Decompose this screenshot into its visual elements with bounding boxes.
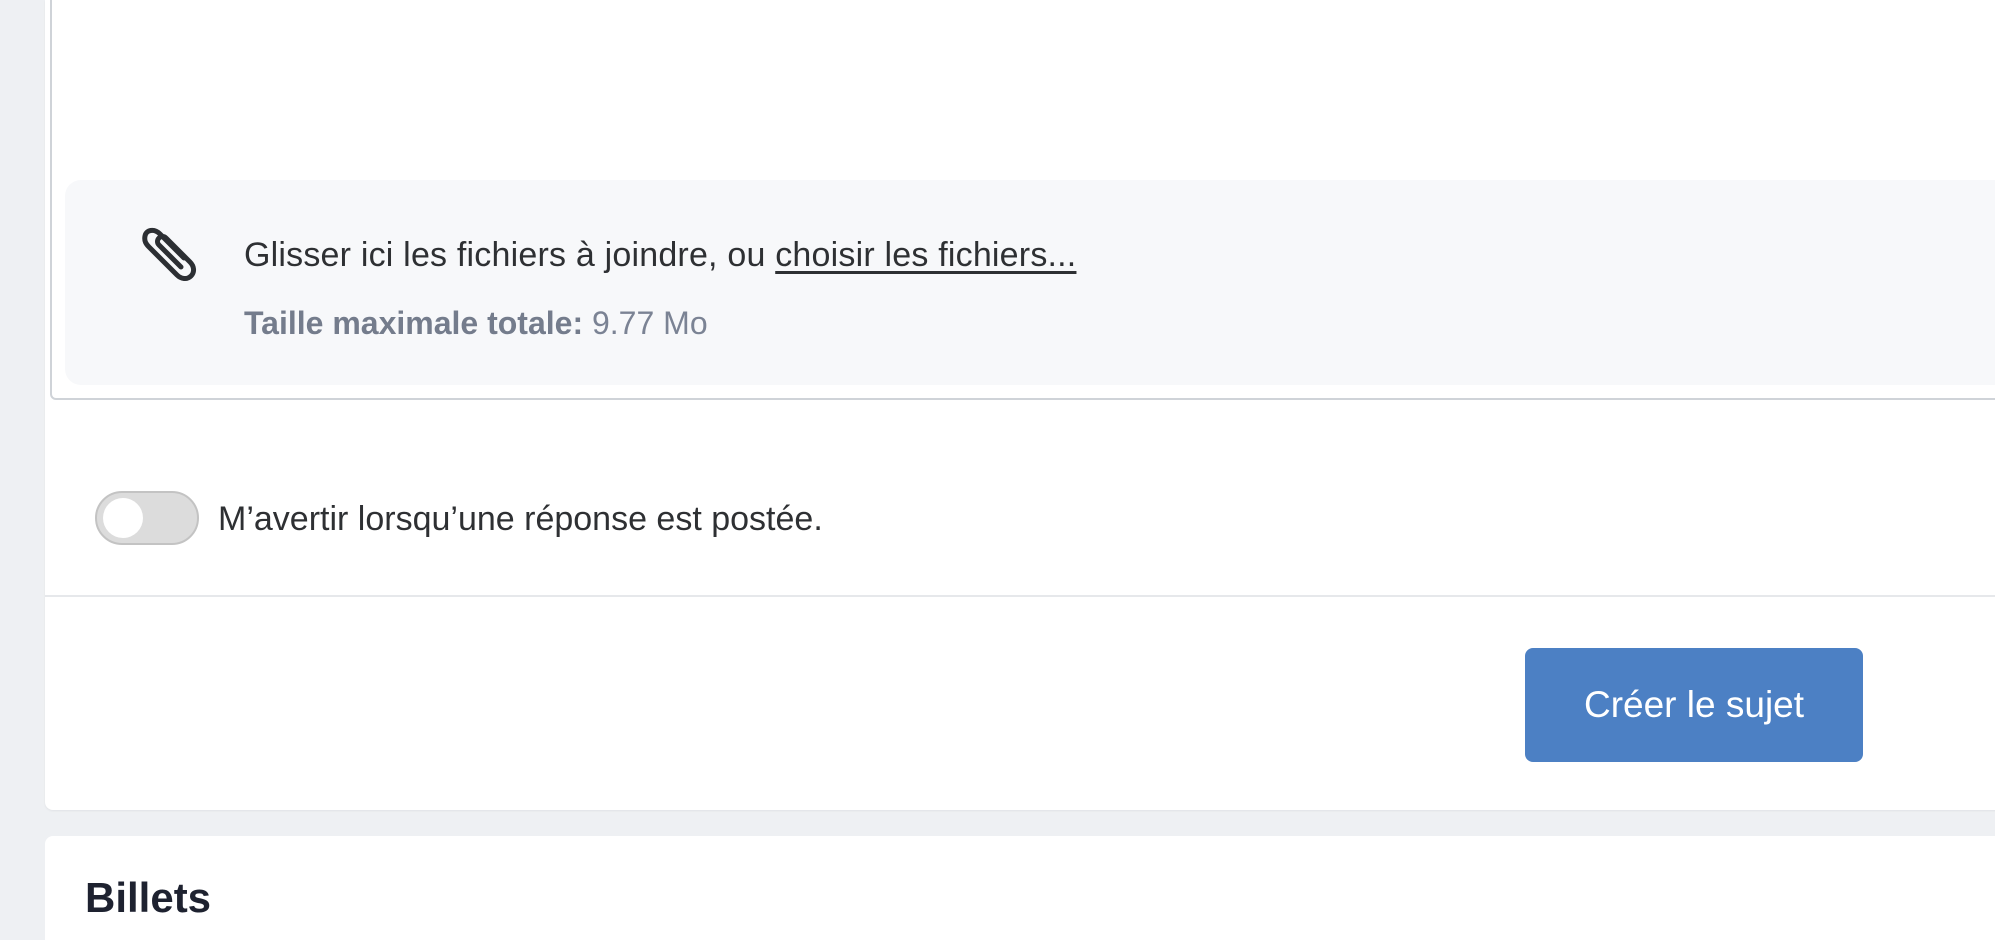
notify-label: M’avertir lorsqu’une réponse est postée. [218, 500, 823, 538]
dropzone-instructions: Glisser ici les fichiers à joindre, ou c… [244, 236, 1076, 275]
tickets-card [45, 836, 1995, 940]
create-topic-button[interactable]: Créer le sujet [1525, 648, 1863, 762]
max-size-label: Taille maximale totale: [244, 305, 584, 341]
section-title: Billets [85, 874, 212, 921]
max-size-info: Taille maximale totale: 9.77 Mo [244, 305, 708, 342]
divider [45, 595, 1995, 597]
dropzone-text: Glisser ici les fichiers à joindre, ou [244, 236, 776, 274]
attachment-dropzone[interactable] [65, 180, 1995, 385]
notify-toggle[interactable] [95, 491, 199, 545]
choose-files-link[interactable]: choisir les fichiers... [775, 236, 1076, 274]
toggle-knob [103, 498, 143, 538]
max-size-value: 9.77 Mo [583, 305, 708, 341]
page: Glisser ici les fichiers à joindre, ou c… [0, 0, 1995, 940]
paperclip-icon [142, 227, 196, 281]
